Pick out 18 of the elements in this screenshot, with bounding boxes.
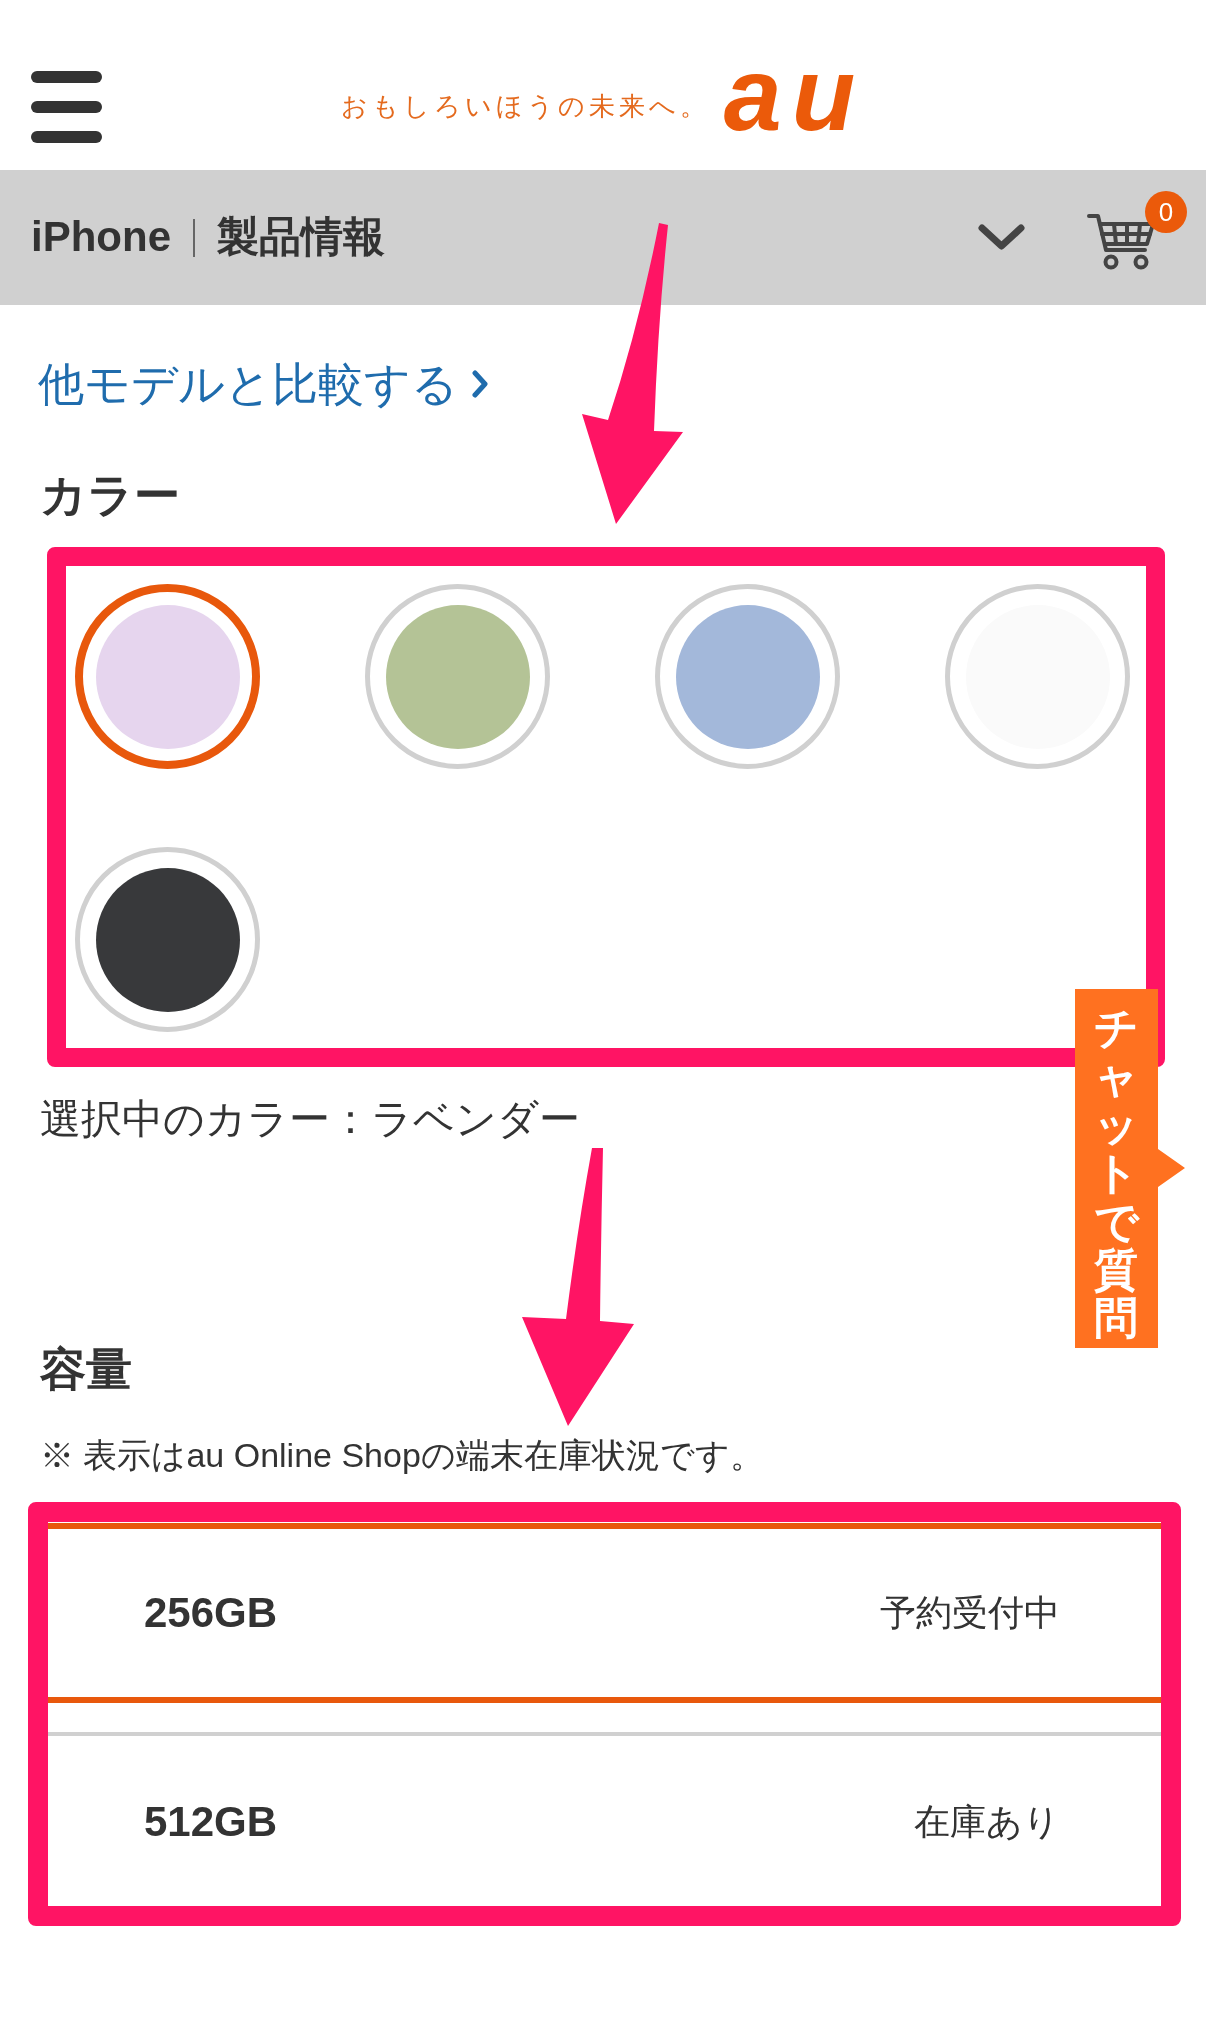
tagline: おもしろいほうの未来へ。 [340, 91, 710, 123]
menu-icon[interactable] [31, 71, 102, 143]
capacity-label: 256GB [144, 1589, 278, 1637]
category-label: iPhone [31, 212, 171, 263]
stock-note: ※ 表示はau Online Shopの端末在庫状況です。 [40, 1435, 764, 1476]
chevron-right-icon [472, 370, 488, 398]
chevron-down-icon[interactable] [978, 224, 1025, 251]
stock-status: 在庫あり [914, 1799, 1060, 1844]
capacity-label: 512GB [144, 1798, 278, 1846]
section-heading: カラー [40, 468, 180, 523]
cart-icon[interactable] [1087, 211, 1155, 270]
brand-logo[interactable]: au [723, 48, 866, 142]
compare-models-link[interactable]: 他モデルと比較する [38, 354, 488, 414]
selected-color-label: 選択中のカラー：ラベンダー [40, 1095, 580, 1144]
page-title: 製品情報 [217, 212, 385, 263]
section-heading: 容量 [40, 1342, 132, 1397]
cart-count-badge: 0 [1145, 190, 1187, 233]
stock-status: 予約受付中 [880, 1590, 1060, 1635]
